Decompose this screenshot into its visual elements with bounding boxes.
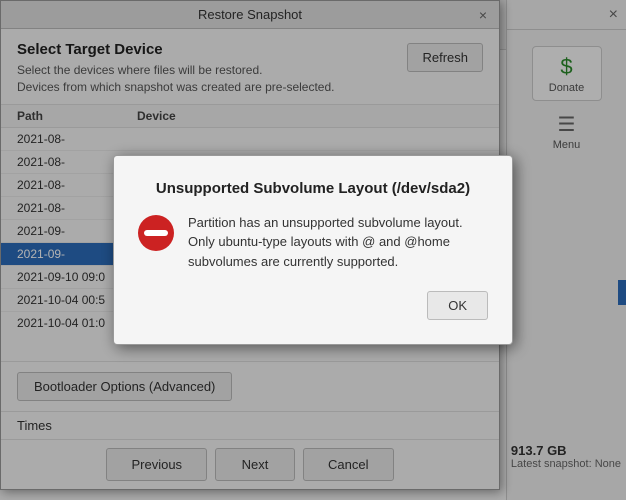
error-icon: [138, 215, 174, 251]
error-dialog-message: Partition has an unsupported subvolume l…: [188, 213, 488, 272]
error-dialog-title: Unsupported Subvolume Layout (/dev/sda2): [138, 180, 488, 197]
error-dialog-footer: OK: [138, 291, 488, 320]
error-dialog: Unsupported Subvolume Layout (/dev/sda2)…: [113, 155, 513, 346]
error-dialog-body: Partition has an unsupported subvolume l…: [138, 213, 488, 272]
dialog-overlay: Unsupported Subvolume Layout (/dev/sda2)…: [0, 0, 626, 500]
ok-button[interactable]: OK: [427, 291, 488, 320]
